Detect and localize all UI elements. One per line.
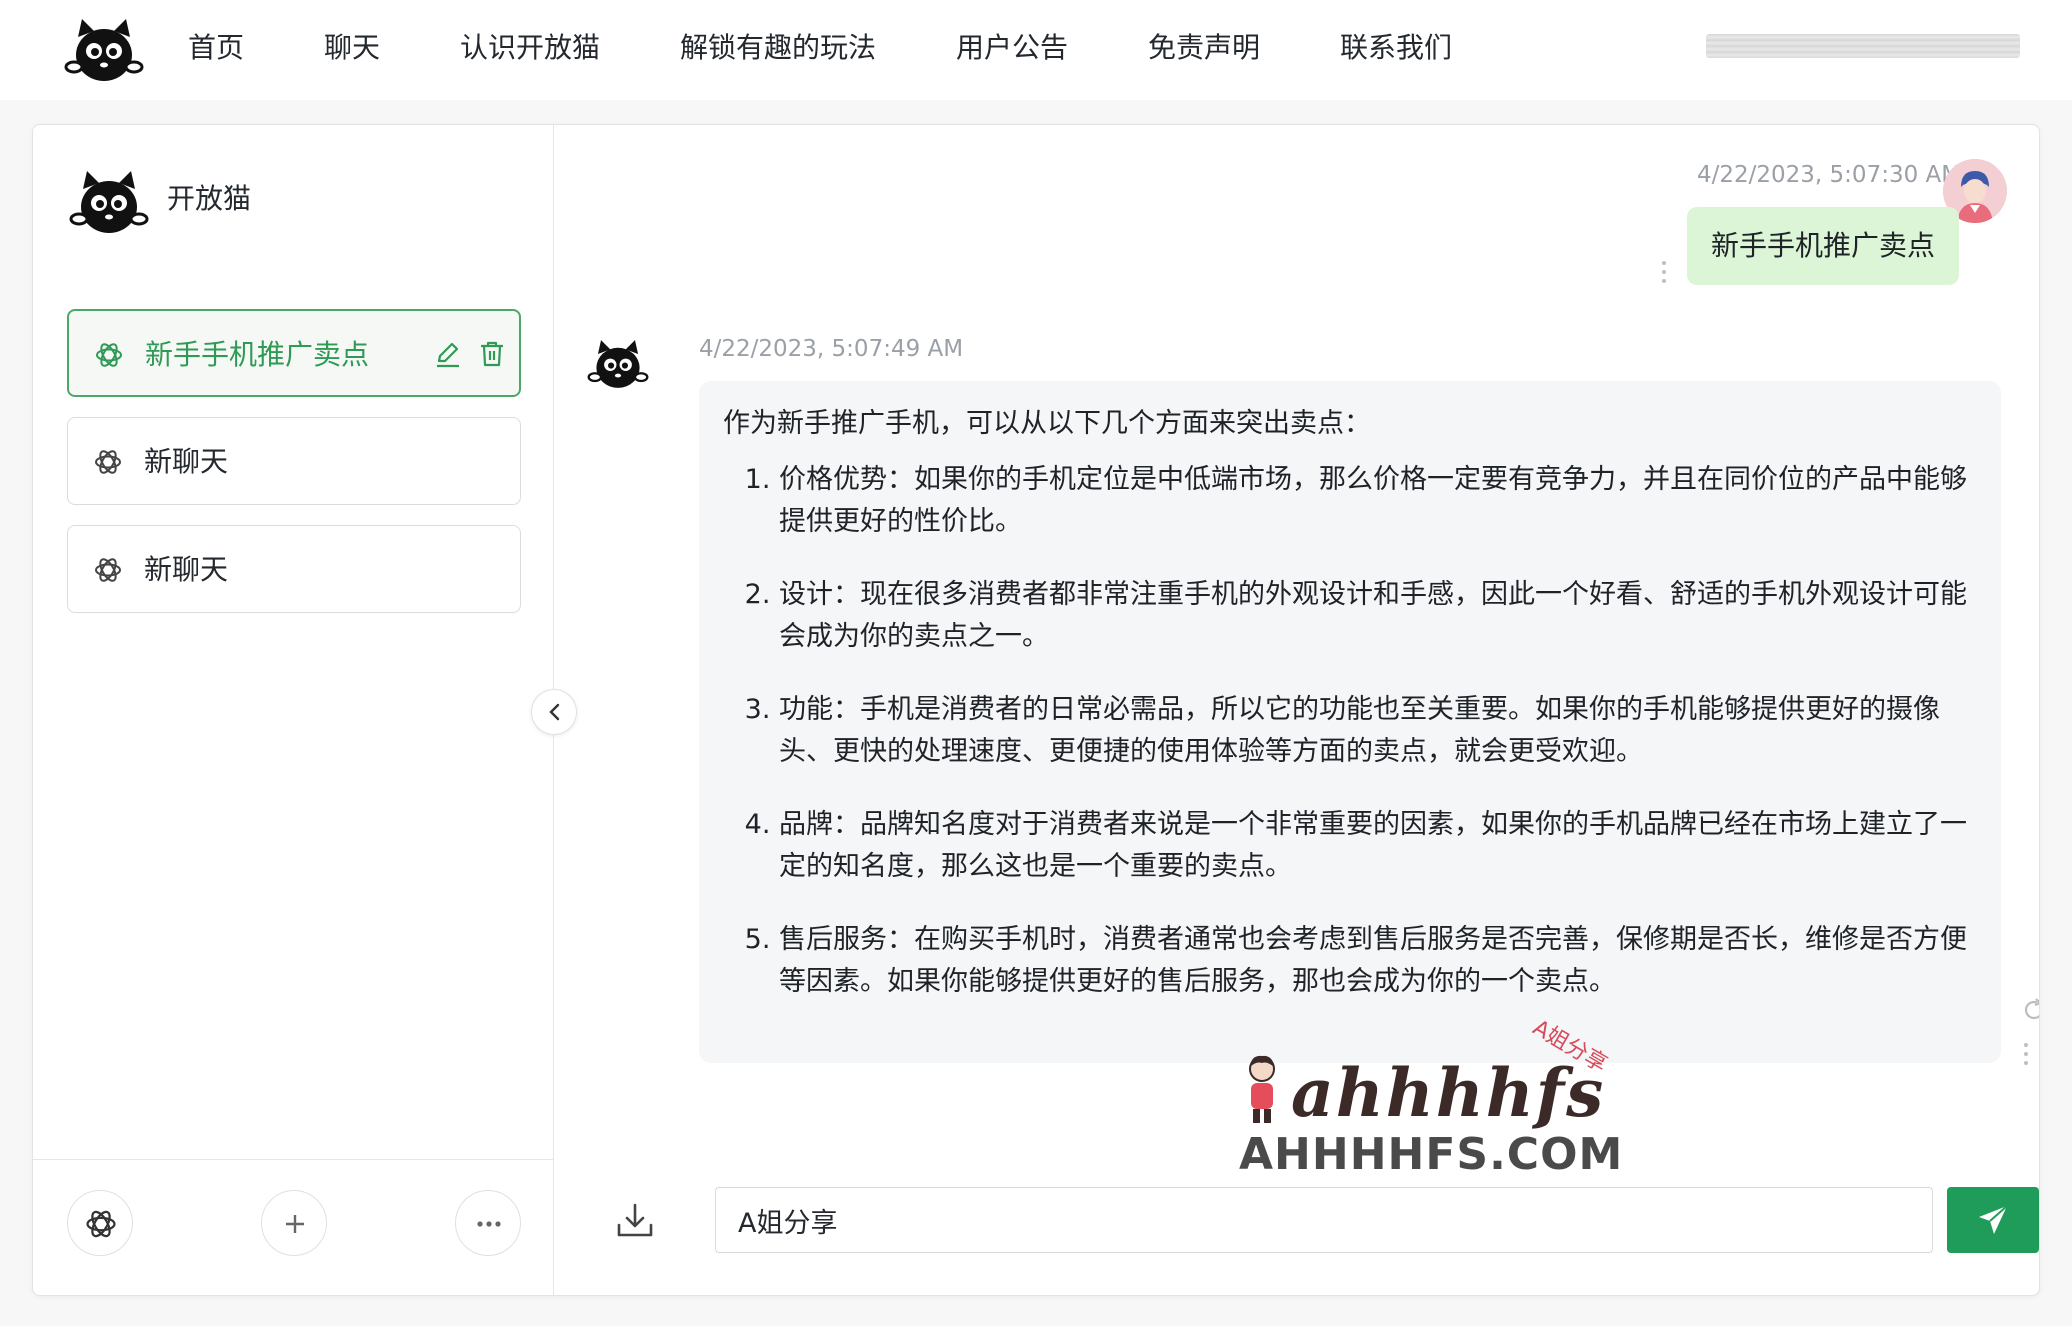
session-item-active[interactable]: 新手手机推广卖点 — [67, 309, 521, 397]
more-button[interactable] — [455, 1190, 521, 1256]
openai-icon — [95, 558, 121, 582]
nav-disclaimer[interactable]: 免责声明 — [1148, 28, 1260, 68]
edit-icon[interactable] — [433, 339, 463, 369]
nav-chat[interactable]: 聊天 — [324, 28, 380, 68]
session-label: 新聊天 — [144, 445, 229, 478]
sidebar-title: 开放猫 — [167, 182, 252, 215]
regenerate-icon[interactable] — [2021, 997, 2040, 1023]
nav-about[interactable]: 认识开放猫 — [460, 28, 600, 68]
user-message-time: 4/22/2023, 5:07:30 AM — [1697, 162, 1962, 188]
message-input[interactable] — [715, 1187, 1933, 1253]
session-item[interactable]: 新聊天 — [67, 417, 521, 505]
list-item: 设计：现在很多消费者都非常注重手机的外观设计和手感，因此一个好看、舒适的手机外观… — [779, 574, 1977, 658]
bot-message-bubble: 作为新手推广手机，可以从以下几个方面来突出卖点： 价格优势：如果你的手机定位是中… — [699, 381, 2001, 1063]
selling-points-list: 价格优势：如果你的手机定位是中低端市场，那么价格一定要有竞争力，并且在同价位的产… — [723, 459, 1977, 1003]
cat-logo-icon — [69, 171, 149, 233]
send-icon — [1979, 1205, 2008, 1234]
nav-announcements[interactable]: 用户公告 — [956, 28, 1068, 68]
bot-message-intro: 作为新手推广手机，可以从以下几个方面来突出卖点： — [723, 408, 1371, 439]
watermark-script: ahhhhfs — [1291, 1054, 1606, 1132]
more-icon — [477, 1221, 501, 1227]
sidebar: 开放猫 新手手机推广卖点 新聊天 新聊天 — [33, 125, 554, 1295]
top-navbar: 首页 聊天 认识开放猫 解锁有趣的玩法 用户公告 免责声明 联系我们 — [0, 0, 2072, 100]
watermark-figure-icon — [1249, 1055, 1275, 1123]
session-label: 新聊天 — [144, 553, 229, 586]
chat-window: 开放猫 新手手机推广卖点 新聊天 新聊天 4/22/2023, 5:07:30 … — [32, 124, 2040, 1296]
plus-icon — [286, 1215, 304, 1233]
cat-logo-icon[interactable] — [64, 15, 144, 85]
sidebar-footer — [33, 1159, 553, 1295]
nav-fun-ways[interactable]: 解锁有趣的玩法 — [680, 28, 876, 68]
openai-icon — [86, 1210, 116, 1238]
watermark-url: AHHHHFS.COM — [1239, 1129, 1624, 1180]
user-message-more-icon[interactable] — [1659, 261, 1669, 291]
import-icon[interactable] — [613, 1199, 657, 1243]
new-chat-button[interactable] — [261, 1190, 327, 1256]
user-message-bubble: 新手手机推广卖点 — [1687, 207, 1959, 285]
bot-message-more-icon[interactable] — [2021, 1043, 2031, 1073]
blurred-user-area — [1706, 34, 2020, 58]
list-item: 售后服务：在购买手机时，消费者通常也会考虑到售后服务是否完善，保修期是否长，维修… — [779, 919, 1977, 1003]
openai-icon — [96, 343, 122, 367]
chat-area: 4/22/2023, 5:07:30 AM 新手手机推广卖点 4/22/2023… — [553, 125, 2039, 1295]
trash-icon[interactable] — [477, 339, 507, 369]
list-item: 品牌：品牌知名度对于消费者来说是一个非常重要的因素，如果你的手机品牌已经在市场上… — [779, 804, 1977, 888]
list-item: 价格优势：如果你的手机定位是中低端市场，那么价格一定要有竞争力，并且在同价位的产… — [779, 459, 1977, 543]
nav-home[interactable]: 首页 — [188, 28, 244, 68]
send-button[interactable] — [1947, 1187, 2039, 1253]
openai-icon — [95, 450, 121, 474]
bot-avatar-icon — [587, 340, 649, 388]
session-item[interactable]: 新聊天 — [67, 525, 521, 613]
list-item: 功能：手机是消费者的日常必需品，所以它的功能也至关重要。如果你的手机能够提供更好… — [779, 689, 1977, 773]
model-button[interactable] — [67, 1190, 133, 1256]
bot-message-time: 4/22/2023, 5:07:49 AM — [699, 336, 964, 362]
session-label: 新手手机推广卖点 — [145, 338, 370, 371]
nav-contact[interactable]: 联系我们 — [1340, 28, 1452, 68]
